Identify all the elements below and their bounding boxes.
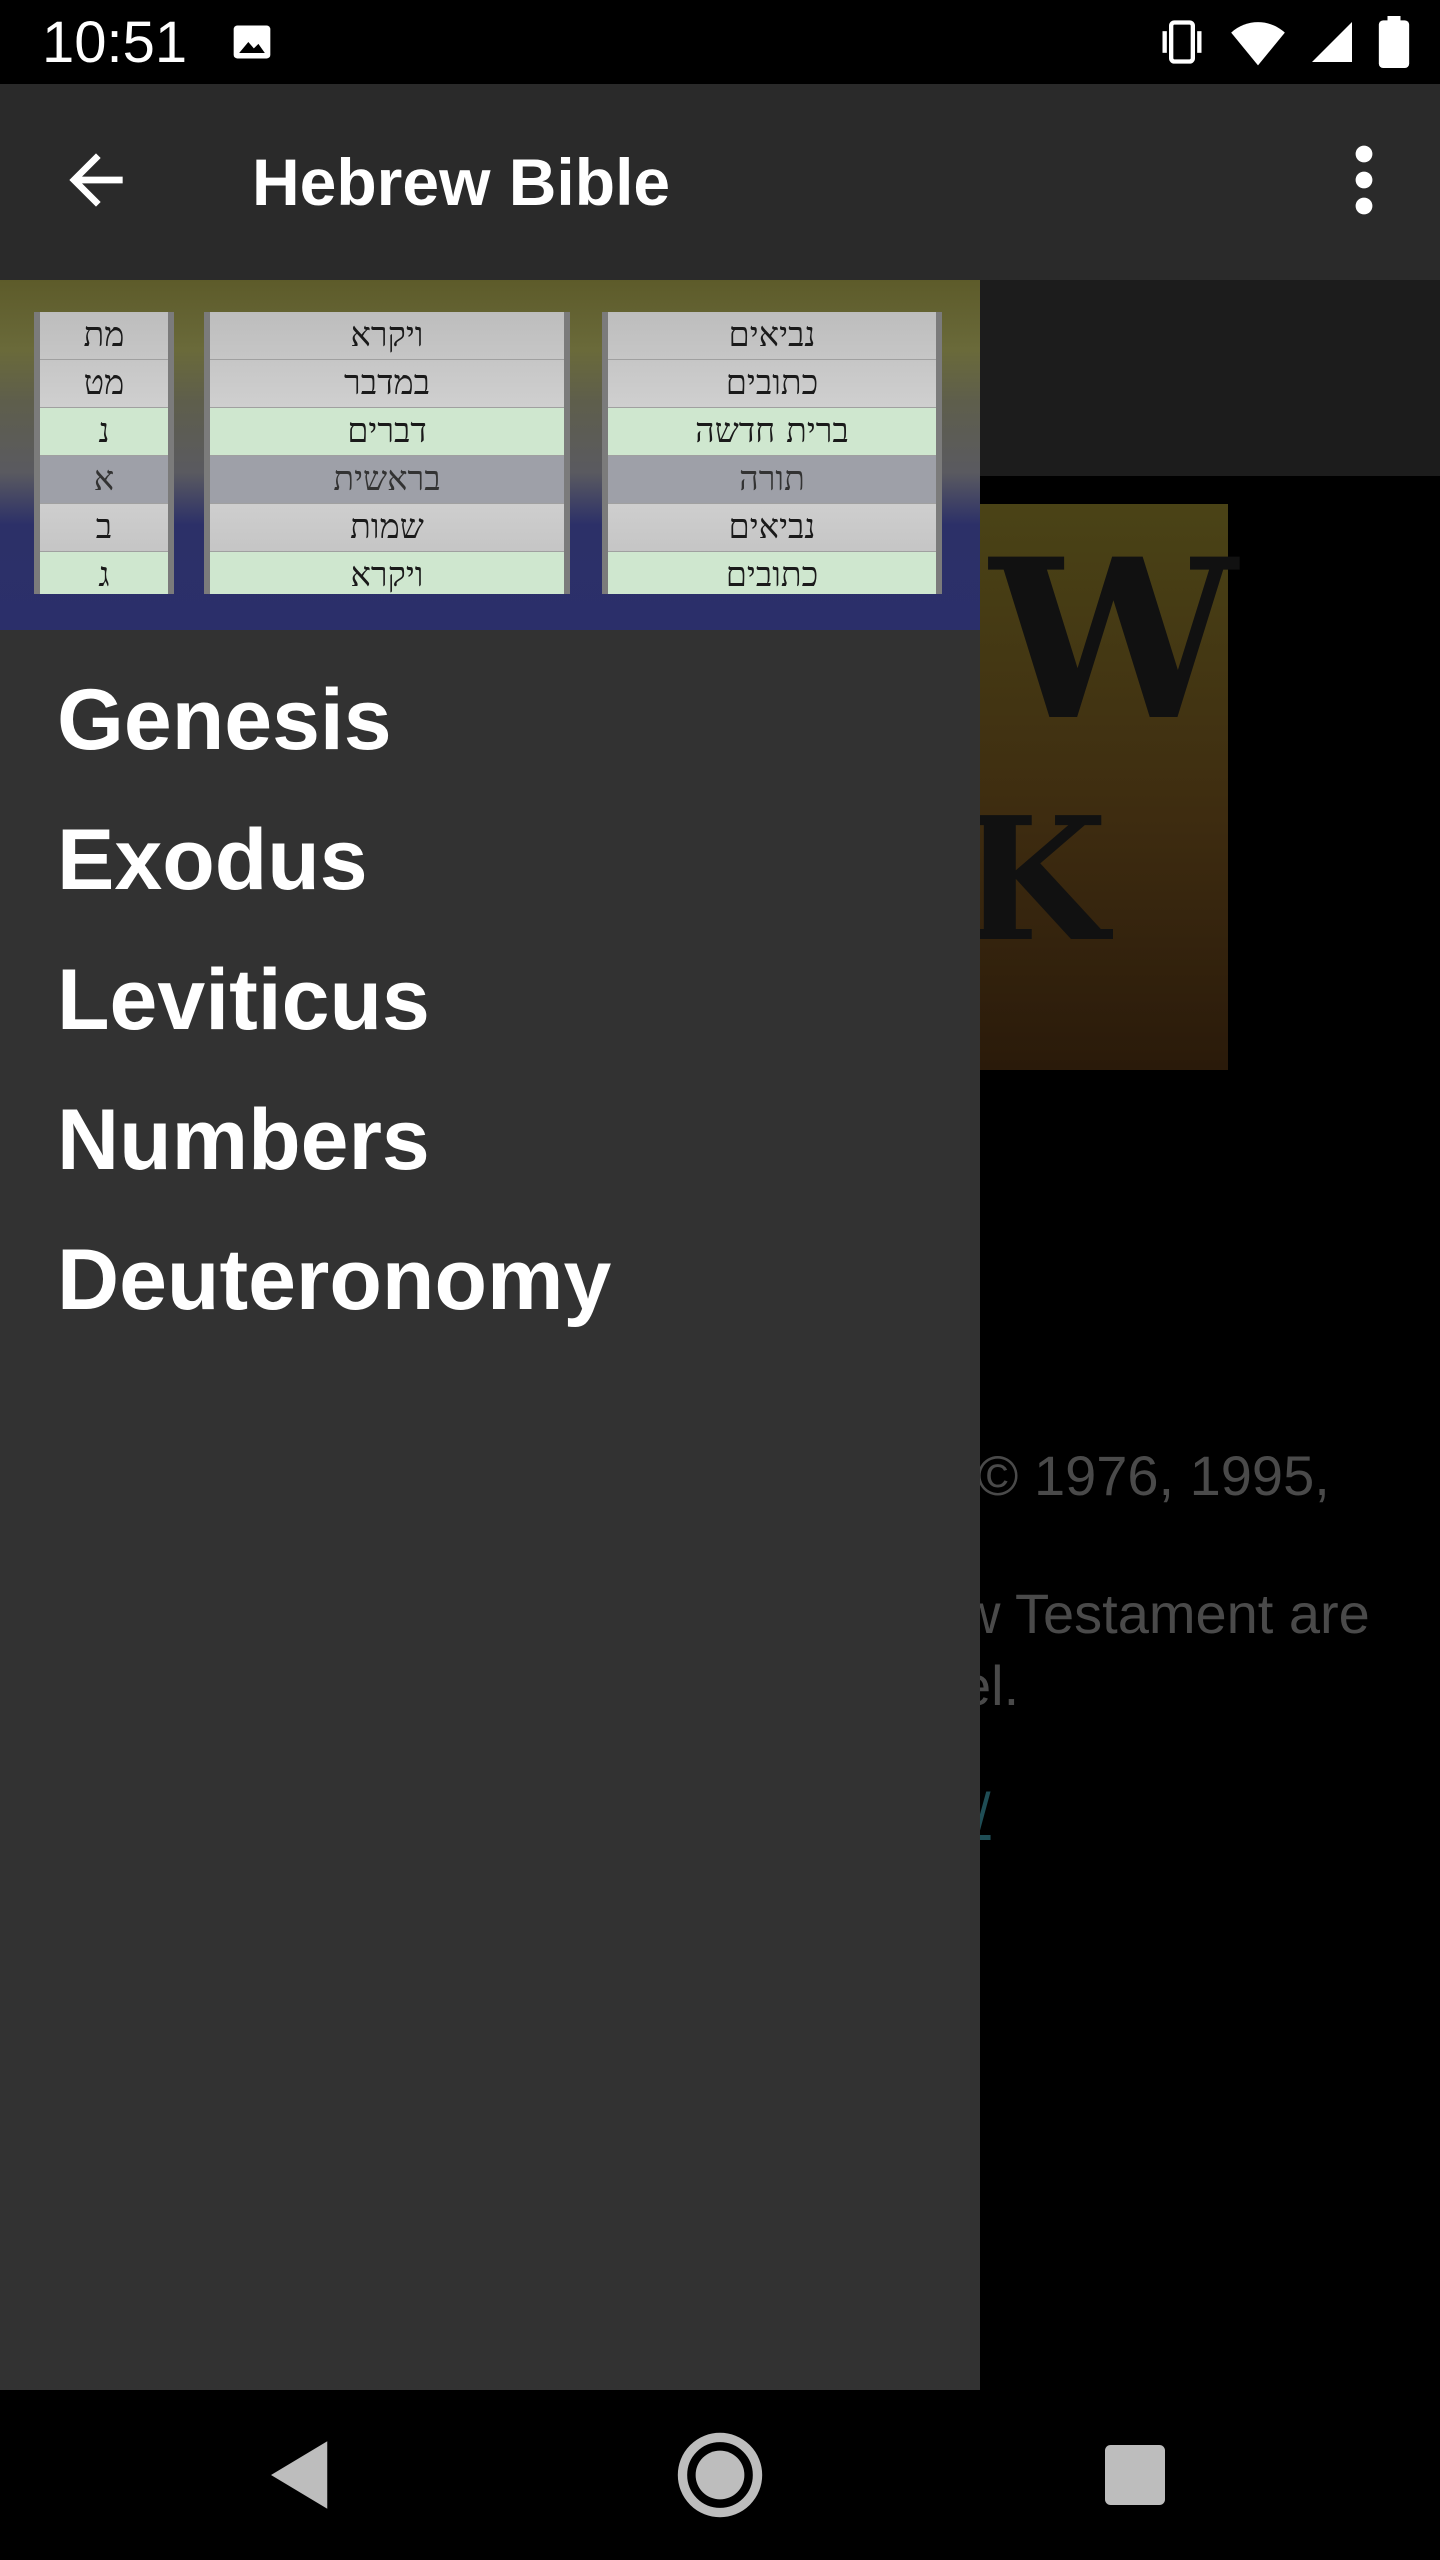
background-testament-text: w Testament are [960, 1582, 1370, 1645]
nav-back-icon[interactable] [256, 2430, 346, 2520]
wheel-cell: ויקרא [210, 312, 564, 360]
status-bar: 10:51 [0, 0, 1440, 84]
book-picker-wheel-middle[interactable]: ויקרא במדבר דברים בראשית שמות ויקרא [204, 312, 570, 594]
wheel-cell: שמות [210, 504, 564, 552]
wheel-cell: דברים [210, 408, 564, 456]
system-nav-bar [0, 2390, 1440, 2560]
wheel-cell: נביאים [608, 504, 936, 552]
book-picker-wheel-left[interactable]: מת מט נ א ב ג [34, 312, 174, 594]
book-item-deuteronomy[interactable]: Deuteronomy [0, 1210, 980, 1350]
wheel-cell: כתובים [608, 360, 936, 408]
book-item-numbers[interactable]: Numbers [0, 1070, 980, 1210]
nav-recents-icon[interactable] [1090, 2430, 1180, 2520]
book-item-genesis[interactable]: Genesis [0, 650, 980, 790]
background-cover-letter: W [990, 510, 1238, 769]
wheel-cell: בראשית [210, 456, 564, 504]
book-list: Genesis Exodus Leviticus Numbers Deutero… [0, 650, 980, 1350]
app-bar [0, 84, 1440, 280]
navigation-drawer: מת מט נ א ב ג ויקרא במדבר דברים בראשית ש… [0, 280, 980, 2390]
book-item-exodus[interactable]: Exodus [0, 790, 980, 930]
more-vert-icon[interactable] [1336, 140, 1392, 220]
background-copyright-text: t © 1976, 1995, [946, 1444, 1330, 1507]
wheel-cell: נ [40, 408, 168, 456]
nav-home-icon[interactable] [675, 2430, 765, 2520]
background-cover-letter-2: K [960, 780, 1108, 980]
book-item-leviticus[interactable]: Leviticus [0, 930, 980, 1070]
wheel-cell: ברית חדשה [608, 408, 936, 456]
gallery-icon [233, 25, 271, 59]
battery-icon [1378, 16, 1410, 68]
wheel-cell: במדבר [210, 360, 564, 408]
wheel-cell: תורה [608, 456, 936, 504]
wheel-cell: נביאים [608, 312, 936, 360]
drawer-header-image: מת מט נ א ב ג ויקרא במדבר דברים בראשית ש… [0, 280, 980, 630]
wheel-cell: ג [40, 552, 168, 594]
status-icons [1156, 16, 1410, 68]
wifi-icon [1231, 22, 1285, 66]
arrow-back-icon[interactable] [56, 140, 136, 220]
wheel-cell: מט [40, 360, 168, 408]
wheel-cell: ב [40, 504, 168, 552]
status-time: 10:51 [42, 10, 188, 75]
page-title: Hebrew Bible [252, 145, 671, 219]
wheel-cell: א [40, 456, 168, 504]
wheel-cell: מת [40, 312, 168, 360]
signal-icon [1312, 22, 1352, 62]
wheel-cell: כתובים [608, 552, 936, 594]
book-picker-wheel-right[interactable]: נביאים כתובים ברית חדשה תורה נביאים כתוב… [602, 312, 942, 594]
vibrate-icon [1162, 20, 1202, 64]
wheel-cell: ויקרא [210, 552, 564, 594]
